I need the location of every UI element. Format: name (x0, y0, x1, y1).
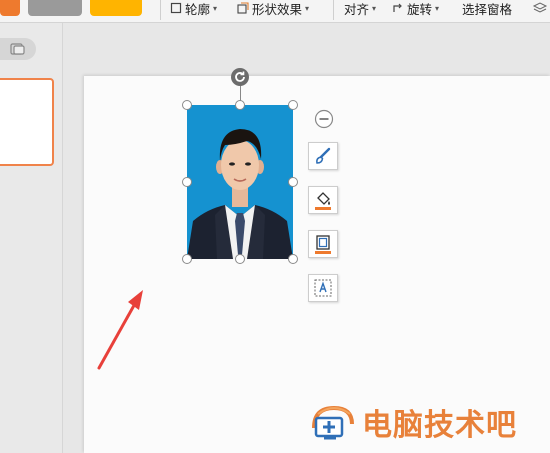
style-swatch-gray[interactable] (28, 0, 82, 16)
shape-effects-label: 形状效果 (252, 1, 303, 17)
picture-style-button[interactable] (308, 142, 338, 170)
text-wrap-icon (314, 279, 332, 297)
align-button[interactable]: 对齐 ▾ (344, 0, 377, 17)
slide-thumbnail[interactable] (0, 78, 54, 166)
rotate-button[interactable]: 旋转 ▾ (392, 0, 440, 17)
resize-handle-top-right[interactable] (288, 100, 298, 110)
resize-handle-right[interactable] (288, 177, 298, 187)
outline-frame-icon (315, 235, 331, 254)
resize-handle-bottom-left[interactable] (182, 254, 192, 264)
slides-tab[interactable] (0, 38, 36, 60)
ribbon-toolbar: 轮廓 ▾ 形状效果 ▾ 对齐 ▾ 旋转 ▾ 选择窗格 (0, 0, 550, 23)
toolbar-divider (160, 0, 161, 20)
rotate-handle-icon[interactable] (230, 67, 250, 87)
person-portrait (187, 105, 293, 259)
align-label: 对齐 (344, 1, 370, 17)
selection-pane-button[interactable]: 选择窗格 (462, 0, 513, 17)
chevron-down-icon: ▾ (305, 3, 310, 13)
watermark-logo-icon (312, 405, 354, 440)
annotation-arrow (97, 290, 143, 370)
rotate-icon (393, 3, 402, 12)
fill-button[interactable] (308, 186, 338, 214)
id-photo[interactable] (187, 105, 293, 259)
layers-icon[interactable] (532, 1, 548, 15)
chevron-down-icon: ▾ (372, 3, 377, 13)
resize-handle-top[interactable] (235, 100, 245, 110)
resize-handle-bottom[interactable] (235, 254, 245, 264)
resize-handle-top-left[interactable] (182, 100, 192, 110)
watermark-text: 电脑技术吧 (362, 408, 517, 443)
outline-button[interactable]: 轮廓 ▾ (170, 0, 218, 17)
style-swatch-orange[interactable] (0, 0, 20, 16)
outline-label: 轮廓 (185, 1, 211, 17)
resize-handle-bottom-right[interactable] (288, 254, 298, 264)
outline-style-button[interactable] (308, 230, 338, 258)
shape-effects-button[interactable]: 形状效果 ▾ (237, 0, 310, 17)
toolbar-divider (333, 0, 334, 20)
text-wrap-button[interactable] (308, 274, 338, 302)
slide-canvas[interactable] (84, 76, 550, 453)
chevron-down-icon: ▾ (213, 3, 218, 13)
shape-effects-icon (237, 2, 249, 14)
selection-pane-label: 选择窗格 (462, 1, 513, 17)
slides-tab-icon (10, 43, 25, 55)
collapse-icon[interactable] (314, 109, 334, 129)
rotate-label: 旋转 (407, 1, 433, 17)
style-brush-icon (316, 147, 331, 164)
slide-thumbnail-panel (0, 23, 63, 453)
chevron-down-icon: ▾ (435, 3, 440, 13)
style-swatch-yellow[interactable] (90, 0, 142, 16)
watermark: 电脑技术吧 (308, 400, 517, 444)
fill-bucket-icon (315, 192, 331, 210)
resize-handle-left[interactable] (182, 177, 192, 187)
outline-icon (170, 2, 182, 14)
